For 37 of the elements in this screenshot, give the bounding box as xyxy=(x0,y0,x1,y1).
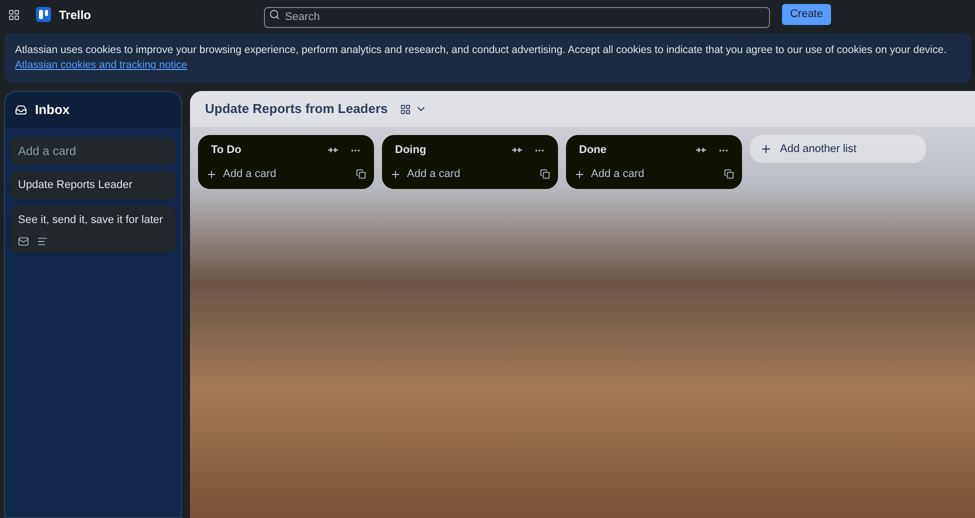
plus-icon xyxy=(760,143,772,155)
collapse-icon[interactable] xyxy=(696,146,706,154)
add-list-button[interactable]: Add another list xyxy=(750,135,926,163)
list-title[interactable]: Done xyxy=(579,142,696,158)
cookie-text: Atlassian uses cookies to improve your browsing experience, perform analytics and research, and conduct advertising. Accept all cookies to indicate that you agree to our use of cookies on your device. xyxy=(15,44,947,56)
collapse-icon[interactable] xyxy=(328,146,338,154)
card-title: Update Reports Leader xyxy=(18,178,134,193)
add-card-button[interactable]: Add a card xyxy=(574,166,724,182)
board-title[interactable]: Update Reports from Leaders xyxy=(205,99,388,119)
list-title[interactable]: To Do xyxy=(211,142,328,158)
card-title: See it, send it, save it for later xyxy=(18,212,164,228)
add-card-button[interactable]: Add a card xyxy=(206,166,356,182)
mail-icon xyxy=(18,236,29,247)
add-card-field[interactable]: Add a card xyxy=(10,137,176,165)
inbox-card[interactable]: See it, send it, save it for later xyxy=(10,206,176,253)
search-icon xyxy=(268,9,280,20)
app-switcher-icon[interactable] xyxy=(8,8,20,20)
plus-icon xyxy=(206,168,217,180)
logo-icon xyxy=(36,7,51,22)
search-field[interactable]: Search xyxy=(264,6,770,28)
template-icon[interactable] xyxy=(540,169,550,179)
board-view-icon xyxy=(400,104,411,114)
description-icon xyxy=(37,236,48,247)
collapse-icon[interactable] xyxy=(512,146,522,154)
plus-icon xyxy=(390,168,401,180)
inbox-card[interactable]: Update Reports Leader xyxy=(10,171,176,200)
inbox-title: Inbox xyxy=(35,101,70,120)
inbox-icon xyxy=(15,104,27,116)
template-icon[interactable] xyxy=(724,169,734,179)
add-card-button[interactable]: Add a card xyxy=(390,166,540,182)
view-switcher-button[interactable] xyxy=(400,103,427,115)
list-title[interactable]: Doing xyxy=(395,142,512,158)
cookie-notice-link[interactable]: Atlassian cookies and tracking notice xyxy=(15,59,188,71)
plus-icon xyxy=(574,168,585,180)
create-button[interactable]: Create xyxy=(782,4,831,25)
logo-text[interactable]: Trello xyxy=(59,6,92,24)
template-icon[interactable] xyxy=(356,169,366,179)
